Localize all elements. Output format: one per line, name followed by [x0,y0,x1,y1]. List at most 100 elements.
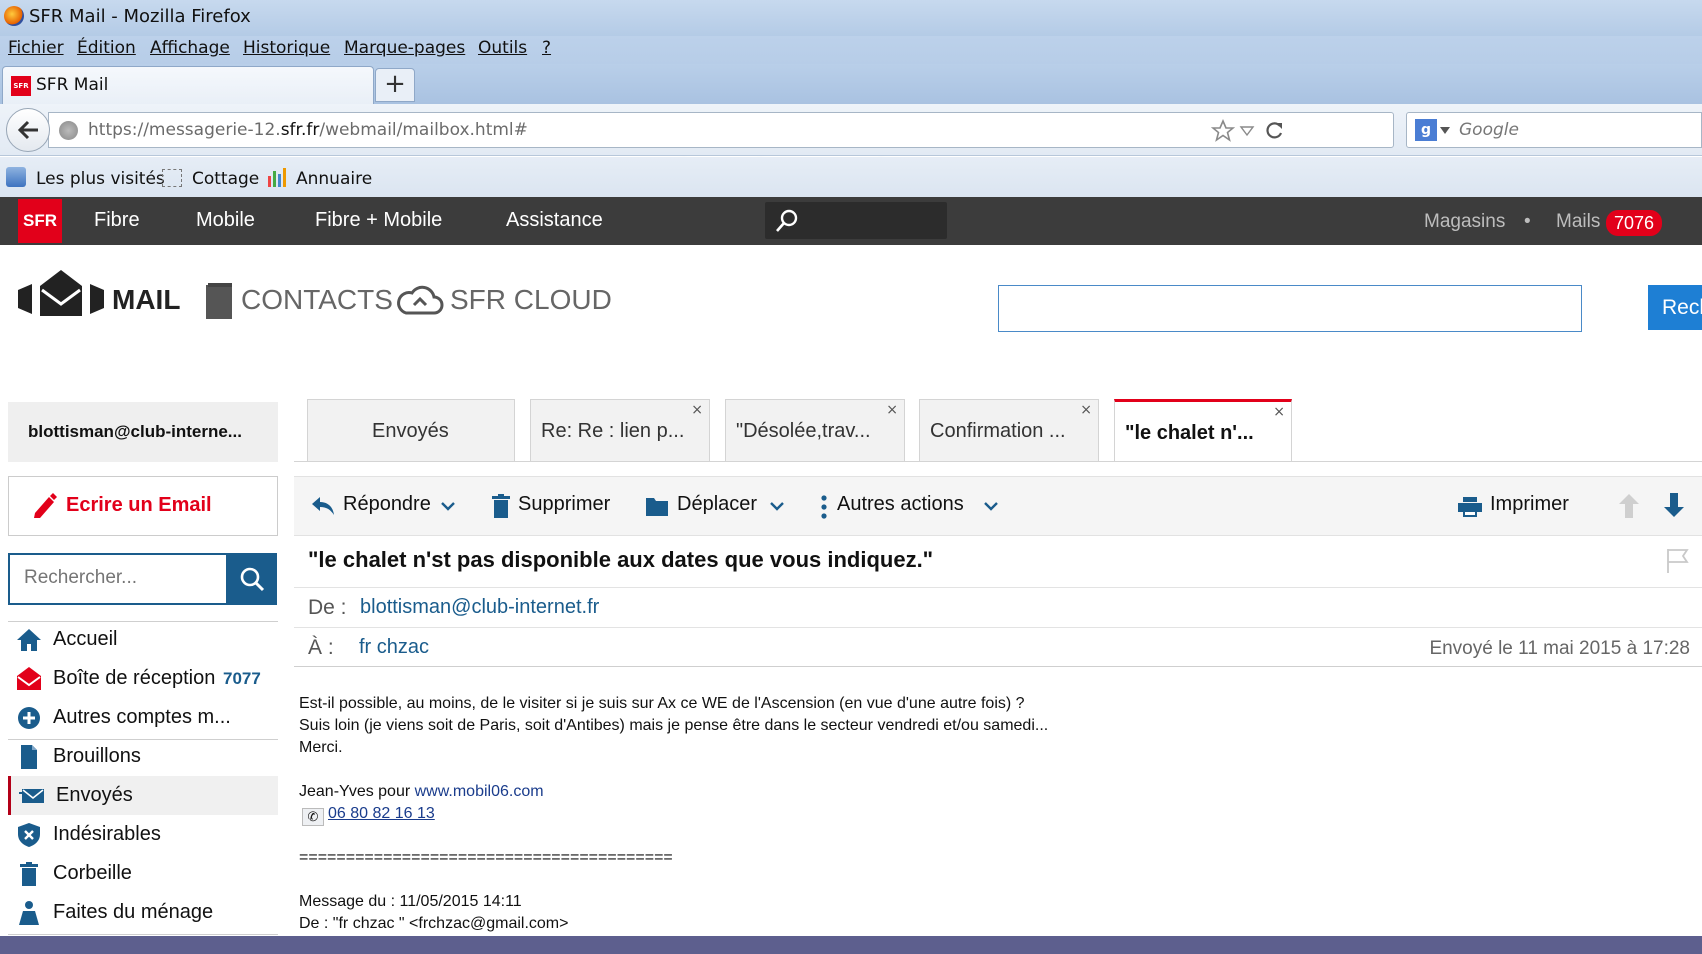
header-divider [294,666,1702,667]
previous-message-arrow-icon[interactable] [1619,494,1639,518]
move-folder-icon [646,498,668,516]
bookmark-cottage[interactable]: Cottage [192,169,259,189]
phone-line: ✆ 06 80 82 16 13 [299,803,1048,826]
separator-line: ======================================== [299,849,673,866]
sent-date: Envoyé le 11 mai 2015 à 17:28 [1429,638,1690,659]
move-button[interactable]: Déplacer [677,493,757,516]
message-body: Est-il possible, au moins, de le visiter… [299,693,1048,935]
to-recipient[interactable]: fr chzac [359,636,429,659]
firefox-icon [4,6,24,26]
bottom-status-strip [0,936,1702,954]
globe-icon [59,121,78,140]
tab-close-icon[interactable]: × [691,402,703,418]
folder-trash[interactable]: Corbeille [8,854,278,893]
new-tab-button[interactable]: + [375,68,415,102]
folder-search-button[interactable] [226,553,277,605]
compose-button[interactable]: Ecrire un Email [8,476,278,536]
delete-button[interactable]: Supprimer [518,493,610,516]
bookmark-star-icon[interactable] [1211,119,1235,143]
signature-website-link[interactable]: www.mobil06.com [415,783,544,800]
print-button[interactable]: Imprimer [1490,493,1569,516]
reply-button[interactable]: Répondre [343,493,431,516]
from-address[interactable]: blottisman@club-internet.fr [360,596,599,619]
move-chevron-down-icon[interactable] [770,501,784,511]
browser-tab-label: SFR Mail [36,75,109,95]
tab-close-icon[interactable]: × [1273,404,1285,420]
sfr-logo[interactable]: SFR [18,199,62,243]
more-chevron-down-icon[interactable] [984,501,998,511]
cloud-icon [397,285,444,315]
cloud-header-link[interactable]: SFR CLOUD [450,284,612,316]
folder-drafts[interactable]: Brouillons [8,737,278,776]
sfr-favicon: SFR [11,76,31,96]
body-line: Est-il possible, au moins, de le visiter… [299,695,1025,712]
signature-line: Jean-Yves pour www.mobil06.com [299,783,544,800]
magnifier-icon [240,567,265,592]
nav-magasins[interactable]: Magasins [1424,211,1505,233]
nav-mobile[interactable]: Mobile [196,209,255,232]
folder-search-field[interactable] [8,553,226,605]
more-vertical-icon [821,495,827,519]
message-subject: "le chalet n'st pas disponible aux dates… [308,547,934,572]
tab-confirmation[interactable]: Confirmation ... × [919,399,1099,462]
nav-fibre[interactable]: Fibre [94,209,140,232]
menu-edition[interactable]: Édition [77,38,136,58]
flag-icon[interactable] [1665,548,1691,574]
mail-search-input[interactable] [998,285,1582,332]
back-button[interactable] [6,108,50,152]
reply-chevron-down-icon[interactable] [441,501,455,511]
more-actions-button[interactable]: Autres actions [837,493,964,516]
engine-dropdown-icon[interactable] [1440,127,1450,135]
menu-fichier[interactable]: Fichier [8,38,64,58]
body-line: Suis loin (je viens soit de Paris, soit … [299,717,1049,734]
nav-mails[interactable]: Mails [1556,211,1600,233]
folder-search-input[interactable] [24,567,214,589]
printer-icon [1458,497,1482,517]
bookmark-les-plus-visites[interactable]: Les plus visités [36,169,165,189]
phone-link[interactable]: 06 80 82 16 13 [328,805,435,822]
mails-count-badge: 7076 [1606,210,1663,236]
folder-inbox[interactable]: Boîte de réception 7077 [8,659,278,698]
mail-header-link[interactable]: MAIL [112,284,180,316]
tab-close-icon[interactable]: × [886,402,898,418]
inbox-envelope-icon [17,667,41,690]
nav-dot: • [1524,211,1531,232]
message-toolbar: Répondre Supprimer Déplacer Autres actio… [294,476,1702,536]
menu-bar: Fichier Édition Affichage Historique Mar… [0,36,1702,64]
menu-historique[interactable]: Historique [243,38,330,58]
nav-search-field[interactable] [765,202,947,239]
folder-accueil[interactable]: Accueil [8,620,278,659]
folder-sent[interactable]: Envoyés [8,776,278,815]
window-title: SFR Mail - Mozilla Firefox [29,6,251,27]
folder-spam[interactable]: Indésirables [8,815,278,854]
browser-search-box[interactable]: g Google [1406,112,1702,148]
menu-marque-pages[interactable]: Marque-pages [344,38,465,58]
shield-icon [18,823,40,847]
bookmark-annuaire[interactable]: Annuaire [296,169,372,189]
tab-re-lien[interactable]: Re: Re : lien p... × [530,399,710,462]
dropdown-arrow-icon[interactable] [1239,123,1255,139]
body-line: Merci. [299,739,343,756]
url-text: https://messagerie-12.sfr.fr/webmail/mai… [88,120,528,140]
reload-icon[interactable] [1263,120,1285,142]
search-button[interactable]: Rech [1648,285,1702,330]
from-label: De : [308,596,347,619]
search-engine-placeholder: Google [1459,120,1519,140]
menu-outils[interactable]: Outils [478,38,527,58]
tab-envoyes[interactable]: Envoyés [307,399,515,462]
next-message-arrow-icon[interactable] [1664,493,1684,517]
contacts-header-link[interactable]: CONTACTS [241,284,393,316]
nav-assistance[interactable]: Assistance [506,209,603,232]
browser-tab-sfr-mail[interactable]: SFR SFR Mail [2,66,374,104]
account-selector[interactable]: blottisman@club-interne... [8,402,278,462]
menu-help[interactable]: ? [542,38,551,58]
sidebar-divider [8,934,278,935]
folder-other-accounts[interactable]: Autres comptes m... [8,698,278,737]
tab-desolee[interactable]: "Désolée,trav... × [725,399,905,462]
folder-cleanup[interactable]: Faites du ménage [8,893,278,932]
menu-affichage[interactable]: Affichage [150,38,230,58]
tab-close-icon[interactable]: × [1080,402,1092,418]
delete-trash-icon [492,494,510,518]
tab-le-chalet[interactable]: "le chalet n'... × [1114,399,1292,462]
nav-fibre-mobile[interactable]: Fibre + Mobile [315,209,442,232]
